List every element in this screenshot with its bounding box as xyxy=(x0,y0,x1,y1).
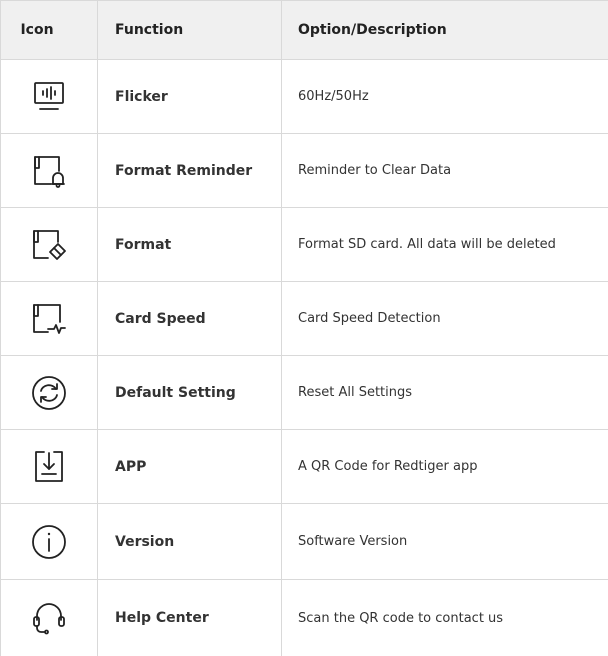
header-description-label: Option/Description xyxy=(298,22,447,38)
table-row: Default Setting Reset All Settings xyxy=(0,356,608,430)
description-text: Reset All Settings xyxy=(298,385,413,400)
headset-icon xyxy=(0,580,98,656)
function-label: Help Center xyxy=(115,610,209,626)
function-label: Format xyxy=(115,236,172,253)
sd-card-bell-icon xyxy=(0,134,98,207)
header-function-label: Function xyxy=(115,22,184,38)
table-row: Format Format SD card. All data will be … xyxy=(0,208,608,282)
function-cell: Flicker xyxy=(98,60,282,133)
function-label: Card Speed xyxy=(115,310,206,327)
function-cell: APP xyxy=(98,430,282,503)
description-text: A QR Code for Redtiger app xyxy=(298,459,478,474)
header-function-cell: Function xyxy=(98,1,282,59)
function-cell: Version xyxy=(98,504,282,579)
reset-circle-icon xyxy=(0,356,98,429)
header-description-cell: Option/Description xyxy=(282,1,608,59)
description-cell: Format SD card. All data will be deleted xyxy=(282,208,608,281)
table-row: Version Software Version xyxy=(0,504,608,580)
description-cell: Reminder to Clear Data xyxy=(282,134,608,207)
info-circle-icon xyxy=(0,504,98,579)
sd-card-eraser-icon xyxy=(0,208,98,281)
description-text: 60Hz/50Hz xyxy=(298,89,369,104)
description-cell: Reset All Settings xyxy=(282,356,608,429)
description-cell: 60Hz/50Hz xyxy=(282,60,608,133)
table-row: Card Speed Card Speed Detection xyxy=(0,282,608,356)
description-cell: Card Speed Detection xyxy=(282,282,608,355)
header-icon-cell: Icon xyxy=(0,1,98,59)
function-label: Format Reminder xyxy=(115,162,253,179)
function-label: Version xyxy=(115,533,175,550)
settings-table: Icon Function Option/Description Flicker… xyxy=(0,0,608,656)
description-text: Software Version xyxy=(298,534,408,549)
function-label: APP xyxy=(115,458,147,475)
sd-card-pulse-icon xyxy=(0,282,98,355)
table-header: Icon Function Option/Description xyxy=(0,0,608,60)
description-text: Reminder to Clear Data xyxy=(298,163,452,178)
description-text: Card Speed Detection xyxy=(298,311,441,326)
function-label: Flicker xyxy=(115,88,168,105)
description-text: Scan the QR code to contact us xyxy=(298,610,504,626)
description-cell: Scan the QR code to contact us xyxy=(282,580,608,656)
function-label: Default Setting xyxy=(115,384,236,401)
table-row: Flicker 60Hz/50Hz xyxy=(0,60,608,134)
table-row: Format Reminder Reminder to Clear Data xyxy=(0,134,608,208)
function-cell: Format Reminder xyxy=(98,134,282,207)
header-icon-label: Icon xyxy=(20,22,54,38)
function-cell: Help Center xyxy=(98,580,282,656)
table-row: APP A QR Code for Redtiger app xyxy=(0,430,608,504)
download-app-icon xyxy=(0,430,98,503)
description-cell: Software Version xyxy=(282,504,608,579)
function-cell: Default Setting xyxy=(98,356,282,429)
function-cell: Format xyxy=(98,208,282,281)
description-cell: A QR Code for Redtiger app xyxy=(282,430,608,503)
table-row: Help Center Scan the QR code to contact … xyxy=(0,580,608,656)
description-text: Format SD card. All data will be deleted xyxy=(298,237,556,252)
monitor-flicker-icon xyxy=(0,60,98,133)
function-cell: Card Speed xyxy=(98,282,282,355)
